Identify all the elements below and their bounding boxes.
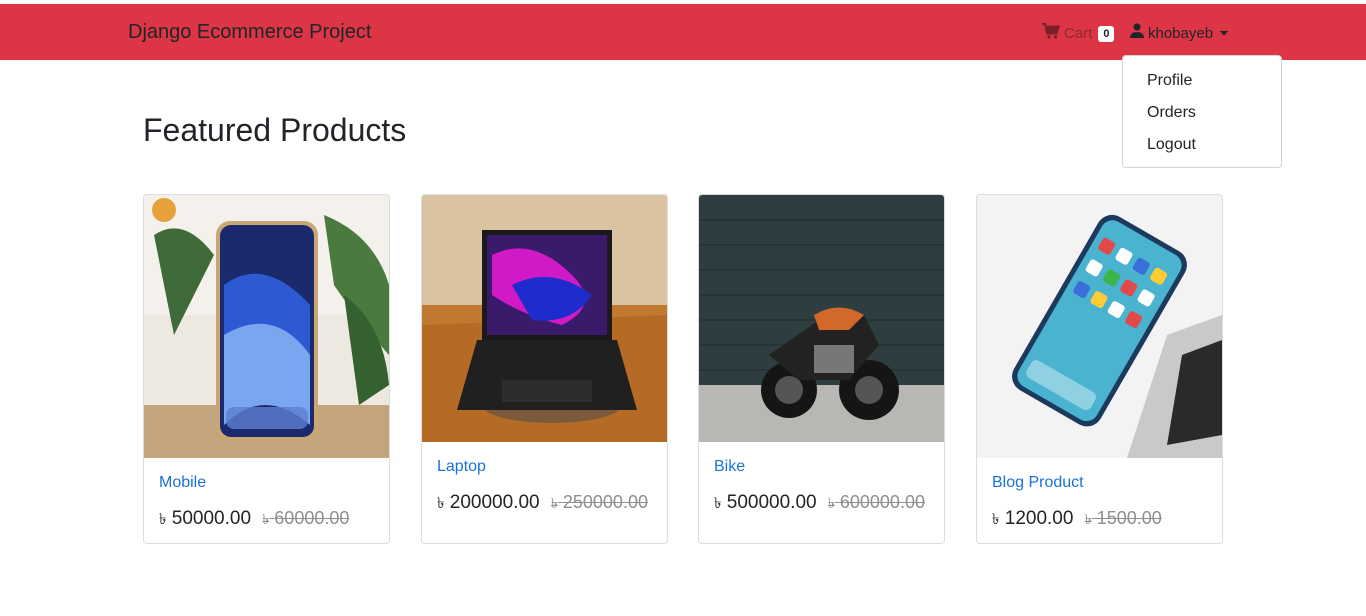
- old-price-value: 60000.00: [274, 508, 350, 528]
- product-title[interactable]: Bike: [714, 457, 929, 477]
- shopping-cart-icon: [1042, 23, 1060, 45]
- cart-link[interactable]: Cart 0: [1042, 23, 1115, 45]
- product-image-blog-product[interactable]: [977, 195, 1222, 458]
- product-price: ৳ 50000.00 ৳ 60000.00: [159, 506, 374, 532]
- navbar: Django Ecommerce Project Cart 0 khobayeb: [0, 4, 1366, 60]
- currency-symbol: ৳: [437, 495, 445, 512]
- user-dropdown-toggle[interactable]: khobayeb: [1130, 23, 1229, 44]
- brand-link[interactable]: Django Ecommerce Project: [128, 20, 371, 44]
- product-title[interactable]: Blog Product: [992, 473, 1207, 493]
- currency-symbol: ৳: [992, 511, 1000, 528]
- current-price: 50000.00: [171, 508, 252, 529]
- user-dropdown-menu: Profile Orders Logout: [1122, 55, 1282, 168]
- old-price-value: 600000.00: [839, 492, 925, 512]
- current-price: 1200.00: [1004, 508, 1074, 529]
- currency-symbol: ৳: [262, 511, 270, 527]
- product-price: ৳ 500000.00 ৳ 600000.00: [714, 490, 929, 516]
- currency-symbol: ৳: [1084, 511, 1092, 527]
- current-price: 200000.00: [449, 492, 540, 513]
- product-image-laptop[interactable]: [422, 195, 667, 442]
- currency-symbol: ৳: [159, 511, 167, 528]
- product-title[interactable]: Mobile: [159, 473, 374, 493]
- old-price: ৳ 600000.00: [828, 492, 925, 512]
- product-card-blog-product: Blog Product ৳ 1200.00 ৳ 1500.00: [976, 194, 1223, 544]
- currency-symbol: ৳: [714, 495, 722, 512]
- current-price: 500000.00: [726, 492, 817, 513]
- product-price: ৳ 1200.00 ৳ 1500.00: [992, 506, 1207, 532]
- username: khobayeb: [1148, 24, 1214, 42]
- product-card-laptop: Laptop ৳ 200000.00 ৳ 250000.00: [421, 194, 668, 544]
- menu-item-orders[interactable]: Orders: [1123, 100, 1281, 132]
- caret-down-icon: [1220, 31, 1229, 36]
- old-price-value: 1500.00: [1096, 508, 1162, 528]
- currency-symbol: ৳: [550, 495, 558, 511]
- product-image-mobile[interactable]: [144, 195, 389, 458]
- old-price: ৳ 250000.00: [551, 492, 648, 512]
- product-card-bike: Bike ৳ 500000.00 ৳ 600000.00: [698, 194, 945, 544]
- product-price: ৳ 200000.00 ৳ 250000.00: [437, 490, 652, 516]
- product-image-bike[interactable]: [699, 195, 944, 442]
- menu-item-logout[interactable]: Logout: [1123, 132, 1281, 164]
- product-title[interactable]: Laptop: [437, 457, 652, 477]
- cart-label: Cart: [1064, 25, 1093, 42]
- user-icon: [1130, 23, 1144, 44]
- currency-symbol: ৳: [827, 495, 835, 511]
- menu-item-profile[interactable]: Profile: [1123, 68, 1281, 100]
- old-price: ৳ 60000.00: [262, 508, 349, 528]
- product-card-mobile: Mobile ৳ 50000.00 ৳ 60000.00: [143, 194, 390, 544]
- page-title: Featured Products: [143, 112, 407, 148]
- cart-count-badge: 0: [1098, 26, 1115, 42]
- old-price-value: 250000.00: [562, 492, 648, 512]
- old-price: ৳ 1500.00: [1085, 508, 1162, 528]
